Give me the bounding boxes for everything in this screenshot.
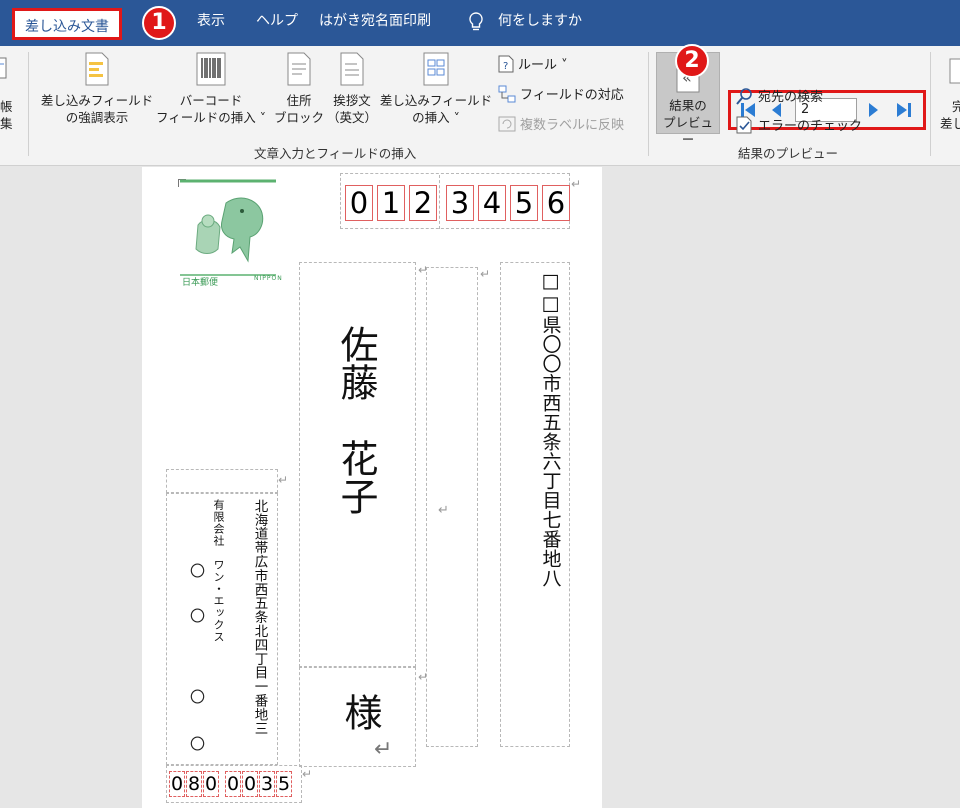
address-block-button[interactable]: 住所 ブロック	[272, 52, 326, 126]
barcode-icon	[196, 52, 226, 86]
finish-merge-button[interactable]: 完 差し	[940, 98, 960, 132]
postal-code-digit: 3	[446, 185, 474, 221]
sender-spacer-frame	[166, 469, 278, 493]
sender-postal-digit: 3	[259, 771, 275, 797]
svg-text:?: ?	[503, 61, 508, 72]
paragraph-mark: ↵	[302, 767, 313, 781]
stamp-label-nippon: NIPPON	[254, 275, 283, 282]
paragraph-mark: ↵	[278, 473, 289, 487]
match-fields-label: フィールドの対応	[520, 88, 624, 103]
ribbon-partial-label: 完	[952, 99, 960, 114]
recipient-address: □□県〇〇市西五条六丁目七番地八	[539, 270, 562, 588]
next-record-icon[interactable]	[867, 101, 881, 119]
button-label: 挨拶文	[333, 93, 371, 108]
rules-button[interactable]: ? ルール ˅	[498, 54, 568, 73]
edit-recipient-list-button[interactable]: 帳 集	[0, 98, 13, 132]
check-errors-button[interactable]: エラーのチェック	[736, 115, 862, 134]
button-label: 結果の	[669, 98, 707, 113]
update-labels-icon	[498, 116, 516, 131]
greeting-line-button[interactable]: 挨拶文 （英文）	[326, 52, 378, 126]
match-fields-button[interactable]: フィールドの対応	[498, 84, 624, 103]
check-errors-label: エラーのチェック	[758, 119, 863, 134]
recipient-name: 佐藤 花子	[334, 325, 378, 515]
button-label: 差し込みフィールド	[379, 93, 493, 108]
sender-placeholder-circle: 〇	[190, 607, 206, 625]
postal-code-digit: 6	[542, 185, 570, 221]
address-block-icon	[287, 52, 311, 86]
find-recipient-label: 宛先の検索	[758, 90, 824, 105]
tab-mailings[interactable]: 差し込み文書	[12, 8, 122, 40]
update-labels-label: 複数ラベルに反映	[520, 118, 625, 133]
sender-placeholder-circle: 〇	[190, 688, 206, 706]
find-recipient-button[interactable]: 宛先の検索	[736, 86, 823, 105]
button-label: の強調表示	[65, 110, 129, 125]
postal-code-divider	[439, 175, 440, 229]
postal-code-digit: 4	[478, 185, 506, 221]
highlight-fields-icon	[85, 52, 109, 86]
update-labels-button[interactable]: 複数ラベルに反映	[498, 114, 624, 133]
address-book-icon	[0, 57, 7, 79]
tab-help[interactable]: ヘルプ	[256, 10, 298, 30]
button-label: 差し込みフィールド	[40, 93, 154, 108]
sender-postal-digit: 0	[203, 771, 219, 797]
button-label: （英文）	[326, 110, 377, 125]
honorific: 様	[338, 693, 382, 731]
search-icon	[736, 87, 752, 105]
insert-merge-field-button[interactable]: 差し込みフィールド の挿入 ˅	[378, 52, 494, 126]
paragraph-mark: ↵	[438, 503, 449, 518]
finish-merge-icon	[949, 58, 960, 84]
button-label: プレビュー	[662, 115, 713, 147]
sender-company: 有限会社 ワン・エックス	[212, 499, 225, 643]
insert-barcode-field-button[interactable]: バーコード フィールドの挿入 ˅	[154, 52, 268, 126]
match-fields-icon	[498, 85, 516, 102]
button-label: バーコード	[179, 93, 243, 108]
group-label-write-insert: 文章入力とフィールドの挿入	[254, 146, 417, 161]
ribbon-tab-bar: 差し込み文書 1 表示 ヘルプ はがき宛名面印刷 何をしますか	[0, 0, 960, 46]
paragraph-mark: ↵	[571, 177, 582, 191]
recipient-address-line2-frame	[426, 267, 478, 747]
sender-postal-digit: 0	[242, 771, 258, 797]
tab-postcard-print[interactable]: はがき宛名面印刷	[319, 10, 431, 30]
group-divider	[648, 52, 649, 156]
last-record-icon[interactable]	[895, 101, 913, 119]
ribbon-partial-label: 帳	[0, 99, 13, 114]
paragraph-mark: ↵	[374, 737, 393, 762]
sender-postal-digit: 5	[276, 771, 292, 797]
callout-one: 1	[142, 6, 176, 40]
ribbon: 帳 集 差し込みフィールド の強調表示 バーコード フィールドの挿入 ˅ 住所 …	[0, 44, 960, 166]
callout-two: 2	[675, 44, 709, 78]
sender-placeholder-circle: 〇	[190, 562, 206, 580]
merge-field-icon	[423, 52, 449, 86]
rules-label: ルール ˅	[518, 58, 568, 73]
paragraph-mark: ↵	[480, 267, 491, 281]
tab-view[interactable]: 表示	[197, 10, 225, 30]
tell-me-search[interactable]: 何をしますか	[498, 10, 582, 30]
ribbon-partial-label: 差し	[940, 116, 960, 131]
button-label: ブロック	[273, 110, 324, 125]
group-divider	[28, 52, 29, 156]
check-errors-icon	[736, 116, 752, 133]
button-label: フィールドの挿入 ˅	[156, 110, 266, 125]
sender-address: 北海道帯広市西五条北四丁目一番地三	[251, 499, 268, 736]
highlight-merge-fields-button[interactable]: 差し込みフィールド の強調表示	[40, 52, 154, 126]
postal-code-digit: 0	[345, 185, 373, 221]
rules-icon: ?	[498, 55, 514, 72]
lightbulb-icon	[469, 12, 483, 31]
postcard-page: 日本郵便 NIPPON 0 1 2 3 4 5 6 ↵ 佐藤 花子 様 ↵ ↵ …	[142, 167, 602, 808]
stamp-label-japanese: 日本郵便	[182, 278, 219, 288]
group-divider	[930, 52, 931, 156]
sender-postal-digit: 0	[225, 771, 241, 797]
greeting-line-icon	[340, 52, 364, 86]
postal-code-digit: 5	[510, 185, 538, 221]
sender-postal-digit: 8	[186, 771, 202, 797]
group-label-preview: 結果のプレビュー	[738, 146, 839, 161]
button-label: の挿入 ˅	[412, 110, 460, 125]
sender-postal-digit: 0	[169, 771, 185, 797]
ribbon-partial-label: 集	[0, 116, 13, 131]
postal-code-digit: 1	[377, 185, 405, 221]
button-label: 住所	[286, 93, 312, 108]
sender-placeholder-circle: 〇	[190, 735, 206, 753]
postal-code-digit: 2	[409, 185, 437, 221]
